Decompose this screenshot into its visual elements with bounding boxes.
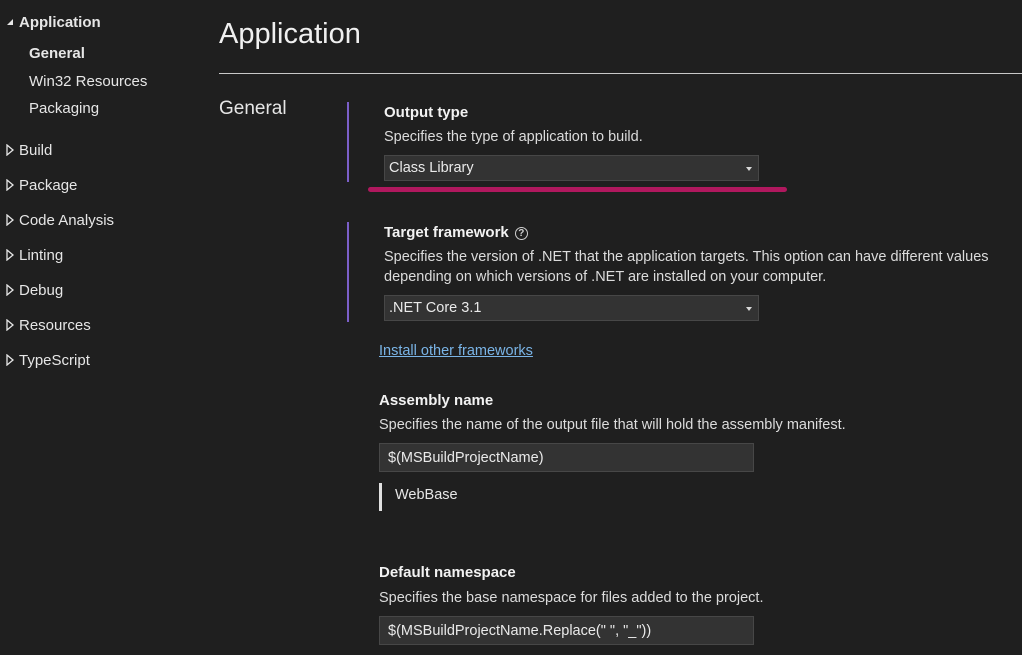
- chevron-down-icon: [746, 307, 752, 311]
- setting-accent-bar: [347, 102, 349, 182]
- output-type-title: Output type: [384, 104, 469, 121]
- assembly-name-input[interactable]: $(MSBuildProjectName): [379, 443, 754, 472]
- install-other-frameworks-link[interactable]: Install other frameworks: [379, 343, 533, 359]
- target-framework-description: Specifies the version of .NET that the a…: [384, 249, 989, 265]
- sidebar-item-code-analysis[interactable]: Code Analysis: [0, 208, 114, 232]
- setting-accent-bar: [347, 222, 349, 322]
- collapsed-triangle-icon: [0, 284, 19, 296]
- collapsed-triangle-icon: [0, 249, 19, 261]
- sidebar-nav: Application General Win32 Resources Pack…: [0, 0, 200, 655]
- sidebar-item-label: Debug: [19, 281, 64, 299]
- collapsed-triangle-icon: [0, 179, 19, 191]
- target-framework-title: Target framework: [384, 224, 509, 241]
- target-framework-title-row: Target framework?: [384, 224, 528, 241]
- default-namespace-description: Specifies the base namespace for files a…: [379, 590, 764, 606]
- default-namespace-title: Default namespace: [379, 564, 516, 581]
- sidebar-item-label: General: [29, 44, 85, 62]
- chevron-down-icon: [746, 167, 752, 171]
- sidebar-item-typescript[interactable]: TypeScript: [0, 348, 90, 372]
- sidebar-item-label: Package: [19, 176, 78, 194]
- title-divider: [219, 73, 1022, 74]
- page-title: Application: [219, 18, 361, 50]
- collapsed-triangle-icon: [0, 214, 19, 226]
- sidebar-item-package[interactable]: Package: [0, 173, 77, 197]
- target-framework-description-line2: depending on which versions of .NET are …: [384, 269, 827, 285]
- collapsed-triangle-icon: [0, 319, 19, 331]
- sidebar-item-label: TypeScript: [19, 351, 90, 369]
- sidebar-item-linting[interactable]: Linting: [0, 243, 63, 267]
- assembly-name-description: Specifies the name of the output file th…: [379, 417, 846, 433]
- sidebar-item-label: Linting: [19, 246, 64, 264]
- assembly-name-title: Assembly name: [379, 392, 494, 409]
- target-framework-value: .NET Core 3.1: [389, 300, 482, 316]
- collapsed-triangle-icon: [0, 144, 19, 156]
- target-framework-dropdown[interactable]: .NET Core 3.1: [384, 295, 759, 321]
- evaluated-value-bar: [379, 483, 382, 511]
- sidebar-item-label: Build: [19, 141, 53, 159]
- sidebar-item-label: Application: [19, 13, 101, 31]
- assembly-name-evaluated-value: WebBase: [395, 487, 458, 503]
- sidebar-item-label: Packaging: [29, 99, 100, 117]
- sidebar-item-label: Win32 Resources: [29, 72, 148, 90]
- section-heading-general: General: [219, 98, 287, 119]
- sidebar-item-build[interactable]: Build: [0, 138, 52, 162]
- sidebar-item-application[interactable]: Application: [0, 10, 101, 34]
- sidebar-item-resources[interactable]: Resources: [0, 313, 91, 337]
- sidebar-item-packaging[interactable]: Packaging: [0, 96, 99, 120]
- sidebar-item-win32-resources[interactable]: Win32 Resources: [0, 69, 147, 93]
- output-type-description: Specifies the type of application to bui…: [384, 129, 643, 145]
- output-type-value: Class Library: [389, 160, 474, 176]
- assembly-name-value: $(MSBuildProjectName): [388, 449, 544, 466]
- output-type-dropdown[interactable]: Class Library: [384, 155, 759, 181]
- sidebar-item-debug[interactable]: Debug: [0, 278, 63, 302]
- default-namespace-value: $(MSBuildProjectName.Replace(" ", "_")): [388, 622, 652, 639]
- sidebar-item-general[interactable]: General: [0, 41, 85, 65]
- help-icon[interactable]: ?: [514, 227, 528, 240]
- collapsed-triangle-icon: [0, 354, 19, 366]
- default-namespace-input[interactable]: $(MSBuildProjectName.Replace(" ", "_")): [379, 616, 754, 645]
- sidebar-item-label: Resources: [19, 316, 91, 334]
- highlight-underline: [368, 187, 787, 192]
- expanded-triangle-icon: [0, 17, 19, 27]
- sidebar-item-label: Code Analysis: [19, 211, 115, 229]
